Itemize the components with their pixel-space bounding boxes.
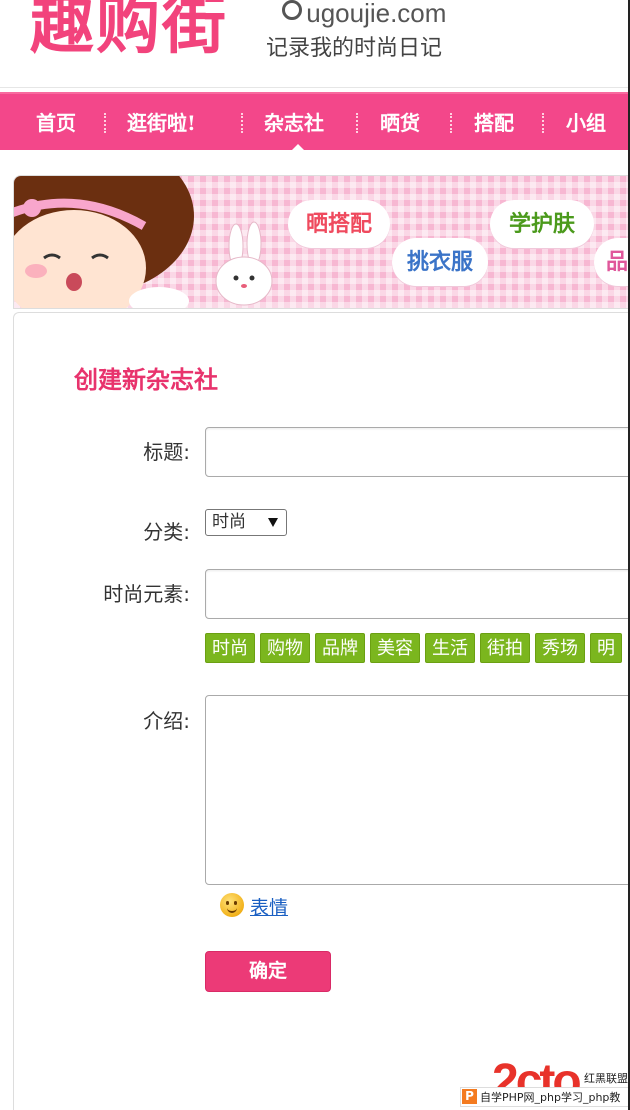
nav-item-home[interactable]: 首页 [36, 94, 76, 152]
elements-input[interactable] [205, 569, 630, 619]
tag-beauty[interactable]: 美容 [370, 633, 420, 663]
main-nav: 首页 逛街啦! 杂志社 晒货 搭配 小组 [0, 92, 630, 152]
dropdown-arrow-icon [268, 518, 278, 527]
nav-separator [104, 113, 106, 133]
watermark-caption: 自学PHP网_php学习_php教 [480, 1091, 621, 1104]
emoji-link[interactable]: 表情 [250, 893, 288, 920]
watermark-org: 红黑联盟 [584, 1072, 628, 1085]
nav-separator [450, 113, 452, 133]
site-logo[interactable]: 趣购街 [30, 0, 228, 66]
tag-runway[interactable]: 秀场 [535, 633, 585, 663]
category-label: 分类: [143, 520, 190, 544]
site-header: 趣购街 Qugoujie.com 记录我的时尚日记 [0, 0, 630, 88]
active-nav-indicator [290, 144, 306, 152]
category-select-value: 时尚 [212, 512, 246, 532]
bunny-eye [249, 275, 255, 281]
site-url: Qugoujie.com [286, 0, 446, 29]
intro-textarea[interactable] [205, 695, 630, 885]
nav-item-outfits[interactable]: 搭配 [474, 94, 514, 152]
intro-label: 介绍: [143, 709, 190, 733]
tag-life[interactable]: 生活 [425, 633, 475, 663]
bunny-nose [241, 284, 247, 288]
bunny-head [215, 256, 273, 306]
banner-bubble-outfits[interactable]: 晒搭配 [288, 200, 390, 248]
banner-bubble-clothes[interactable]: 挑衣服 [392, 238, 488, 286]
nav-item-shopping[interactable]: 逛街啦! [127, 94, 196, 152]
tag-fashion[interactable]: 时尚 [205, 633, 255, 663]
girl-mouth [66, 273, 82, 291]
tag-street-snap[interactable]: 街拍 [480, 633, 530, 663]
nav-separator [356, 113, 358, 133]
submit-button[interactable]: 确定 [205, 951, 331, 992]
nav-separator [241, 113, 243, 133]
title-label: 标题: [143, 440, 190, 464]
bunny-eye [233, 275, 239, 281]
girl-cheek [25, 264, 47, 278]
tag-brand[interactable]: 品牌 [315, 633, 365, 663]
title-input[interactable] [205, 427, 630, 477]
watermark-p-icon: P [462, 1089, 477, 1104]
tag-celebrity[interactable]: 明 [590, 633, 622, 663]
banner-bubble-skincare[interactable]: 学护肤 [490, 200, 594, 248]
elements-label: 时尚元素: [103, 582, 190, 606]
smiley-icon[interactable] [220, 893, 244, 917]
girl-bow [23, 199, 41, 217]
nav-separator [542, 113, 544, 133]
banner: 晒搭配 挑衣服 学护肤 品 [13, 175, 630, 309]
site-slogan: 记录我的时尚日记 [266, 36, 443, 61]
nav-item-groups[interactable]: 小组 [566, 94, 606, 152]
element-tag-list: 时尚 购物 品牌 美容 生活 街拍 秀场明 [205, 633, 627, 663]
site-url-text: ugoujie.com [306, 0, 447, 28]
category-select[interactable]: 时尚 [205, 509, 287, 536]
tag-shopping[interactable]: 购物 [260, 633, 310, 663]
page-title: 创建新杂志社 [74, 365, 218, 394]
nav-item-showoff[interactable]: 晒货 [380, 94, 420, 152]
